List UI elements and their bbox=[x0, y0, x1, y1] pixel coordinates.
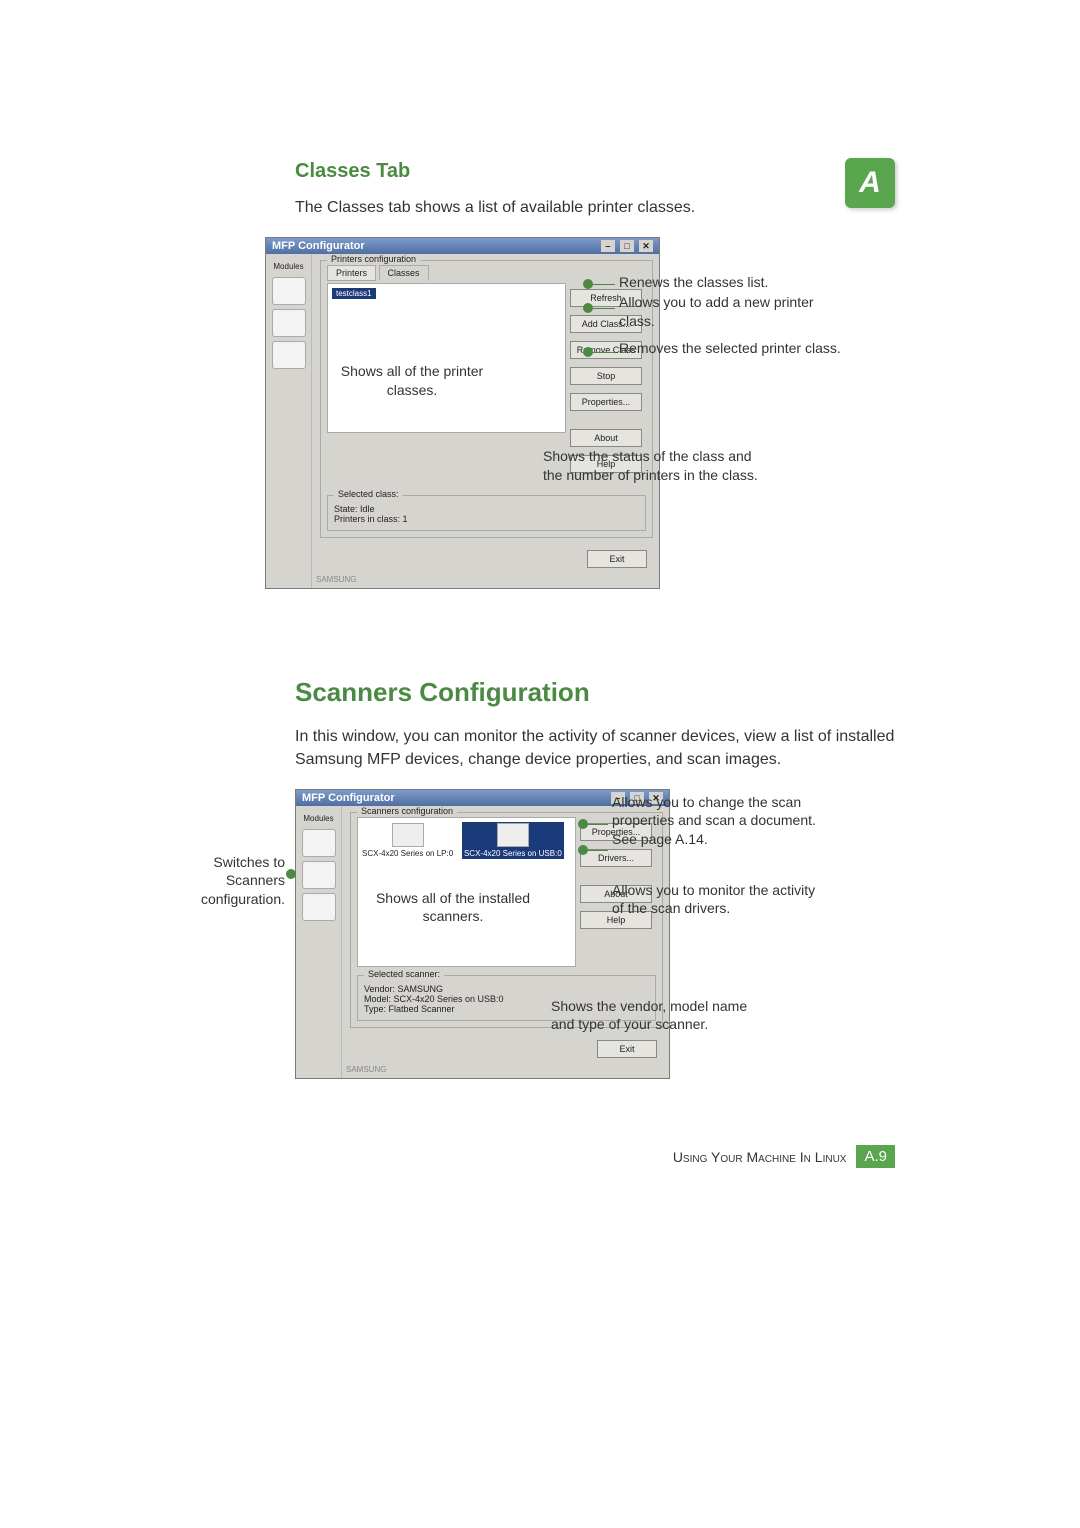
callout-all-classes: Shows all of the printer classes. bbox=[332, 362, 492, 398]
callout-all-scanners: Shows all of the installed scanners. bbox=[368, 889, 538, 925]
brand-label: SAMSUNG bbox=[316, 575, 356, 584]
selected-vendor: Vendor: SAMSUNG bbox=[364, 984, 649, 994]
callout-drivers: Allows you to monitor the activity of th… bbox=[612, 881, 822, 917]
footer-page-number: A.9 bbox=[856, 1145, 895, 1168]
minimize-icon[interactable]: – bbox=[601, 240, 615, 252]
scanner-icon bbox=[497, 823, 529, 847]
selected-class-state: State: Idle bbox=[334, 504, 639, 514]
callout-scanner-info: Shows the vendor, model name and type of… bbox=[551, 997, 761, 1033]
module-printers-icon[interactable] bbox=[302, 829, 336, 857]
stop-button[interactable]: Stop bbox=[570, 367, 642, 385]
classes-intro: The Classes tab shows a list of availabl… bbox=[295, 197, 895, 219]
modules-label: Modules bbox=[266, 260, 311, 273]
class-item[interactable]: testclass1 bbox=[332, 288, 376, 299]
appendix-tab: A bbox=[845, 158, 895, 208]
tab-classes[interactable]: Classes bbox=[379, 265, 429, 281]
page-footer: Using Your Machine In Linux A.9 bbox=[673, 1145, 895, 1168]
maximize-icon[interactable]: □ bbox=[620, 240, 634, 252]
close-icon[interactable]: ✕ bbox=[639, 240, 653, 252]
window-title: MFP Configurator bbox=[302, 792, 395, 804]
module-ports-icon[interactable] bbox=[302, 893, 336, 921]
window-controls[interactable]: – □ ✕ bbox=[599, 240, 653, 252]
group-title: Scanners configuration bbox=[357, 806, 457, 816]
tab-printers[interactable]: Printers bbox=[327, 265, 376, 281]
module-scanners-icon[interactable] bbox=[272, 309, 306, 337]
drivers-button[interactable]: Drivers... bbox=[580, 849, 652, 867]
selected-class-box: Selected class: State: Idle Printers in … bbox=[327, 495, 646, 531]
callout-properties: Allows you to change the scan properties… bbox=[612, 793, 822, 848]
about-button[interactable]: About bbox=[570, 429, 642, 447]
window-title-bar: MFP Configurator – □ ✕ bbox=[266, 238, 659, 254]
scanner-item-b[interactable]: SCX-4x20 Series on USB:0 bbox=[464, 849, 562, 858]
footer-chapter: Using Your Machine In Linux bbox=[673, 1149, 847, 1165]
scanners-heading: Scanners Configuration bbox=[295, 677, 895, 708]
exit-button[interactable]: Exit bbox=[597, 1040, 657, 1058]
callout-remove: Removes the selected printer class. bbox=[619, 339, 841, 357]
selected-class-title: Selected class: bbox=[334, 489, 403, 499]
classes-list[interactable]: testclass1 bbox=[327, 283, 566, 433]
callout-switch: Switches to Scanners configuration. bbox=[175, 853, 285, 908]
module-scanners-icon[interactable] bbox=[302, 861, 336, 889]
scanner-icon bbox=[392, 823, 424, 847]
selected-class-count: Printers in class: 1 bbox=[334, 514, 639, 524]
group-title: Printers configuration bbox=[327, 254, 420, 264]
brand-label: SAMSUNG bbox=[346, 1065, 386, 1074]
selected-scanner-title: Selected scanner: bbox=[364, 969, 444, 979]
callout-refresh: Renews the classes list. bbox=[619, 273, 768, 291]
module-ports-icon[interactable] bbox=[272, 341, 306, 369]
modules-label: Modules bbox=[296, 812, 341, 825]
callout-add: Allows you to add a new printer class. bbox=[619, 293, 849, 329]
classes-heading: Classes Tab bbox=[295, 160, 895, 183]
callout-status: Shows the status of the class and the nu… bbox=[543, 447, 773, 483]
module-printers-icon[interactable] bbox=[272, 277, 306, 305]
exit-button[interactable]: Exit bbox=[587, 550, 647, 568]
scanner-item-a[interactable]: SCX-4x20 Series on LP:0 bbox=[362, 849, 453, 858]
window-title: MFP Configurator bbox=[272, 240, 365, 252]
scanners-intro: In this window, you can monitor the acti… bbox=[295, 726, 895, 771]
properties-button[interactable]: Properties... bbox=[570, 393, 642, 411]
